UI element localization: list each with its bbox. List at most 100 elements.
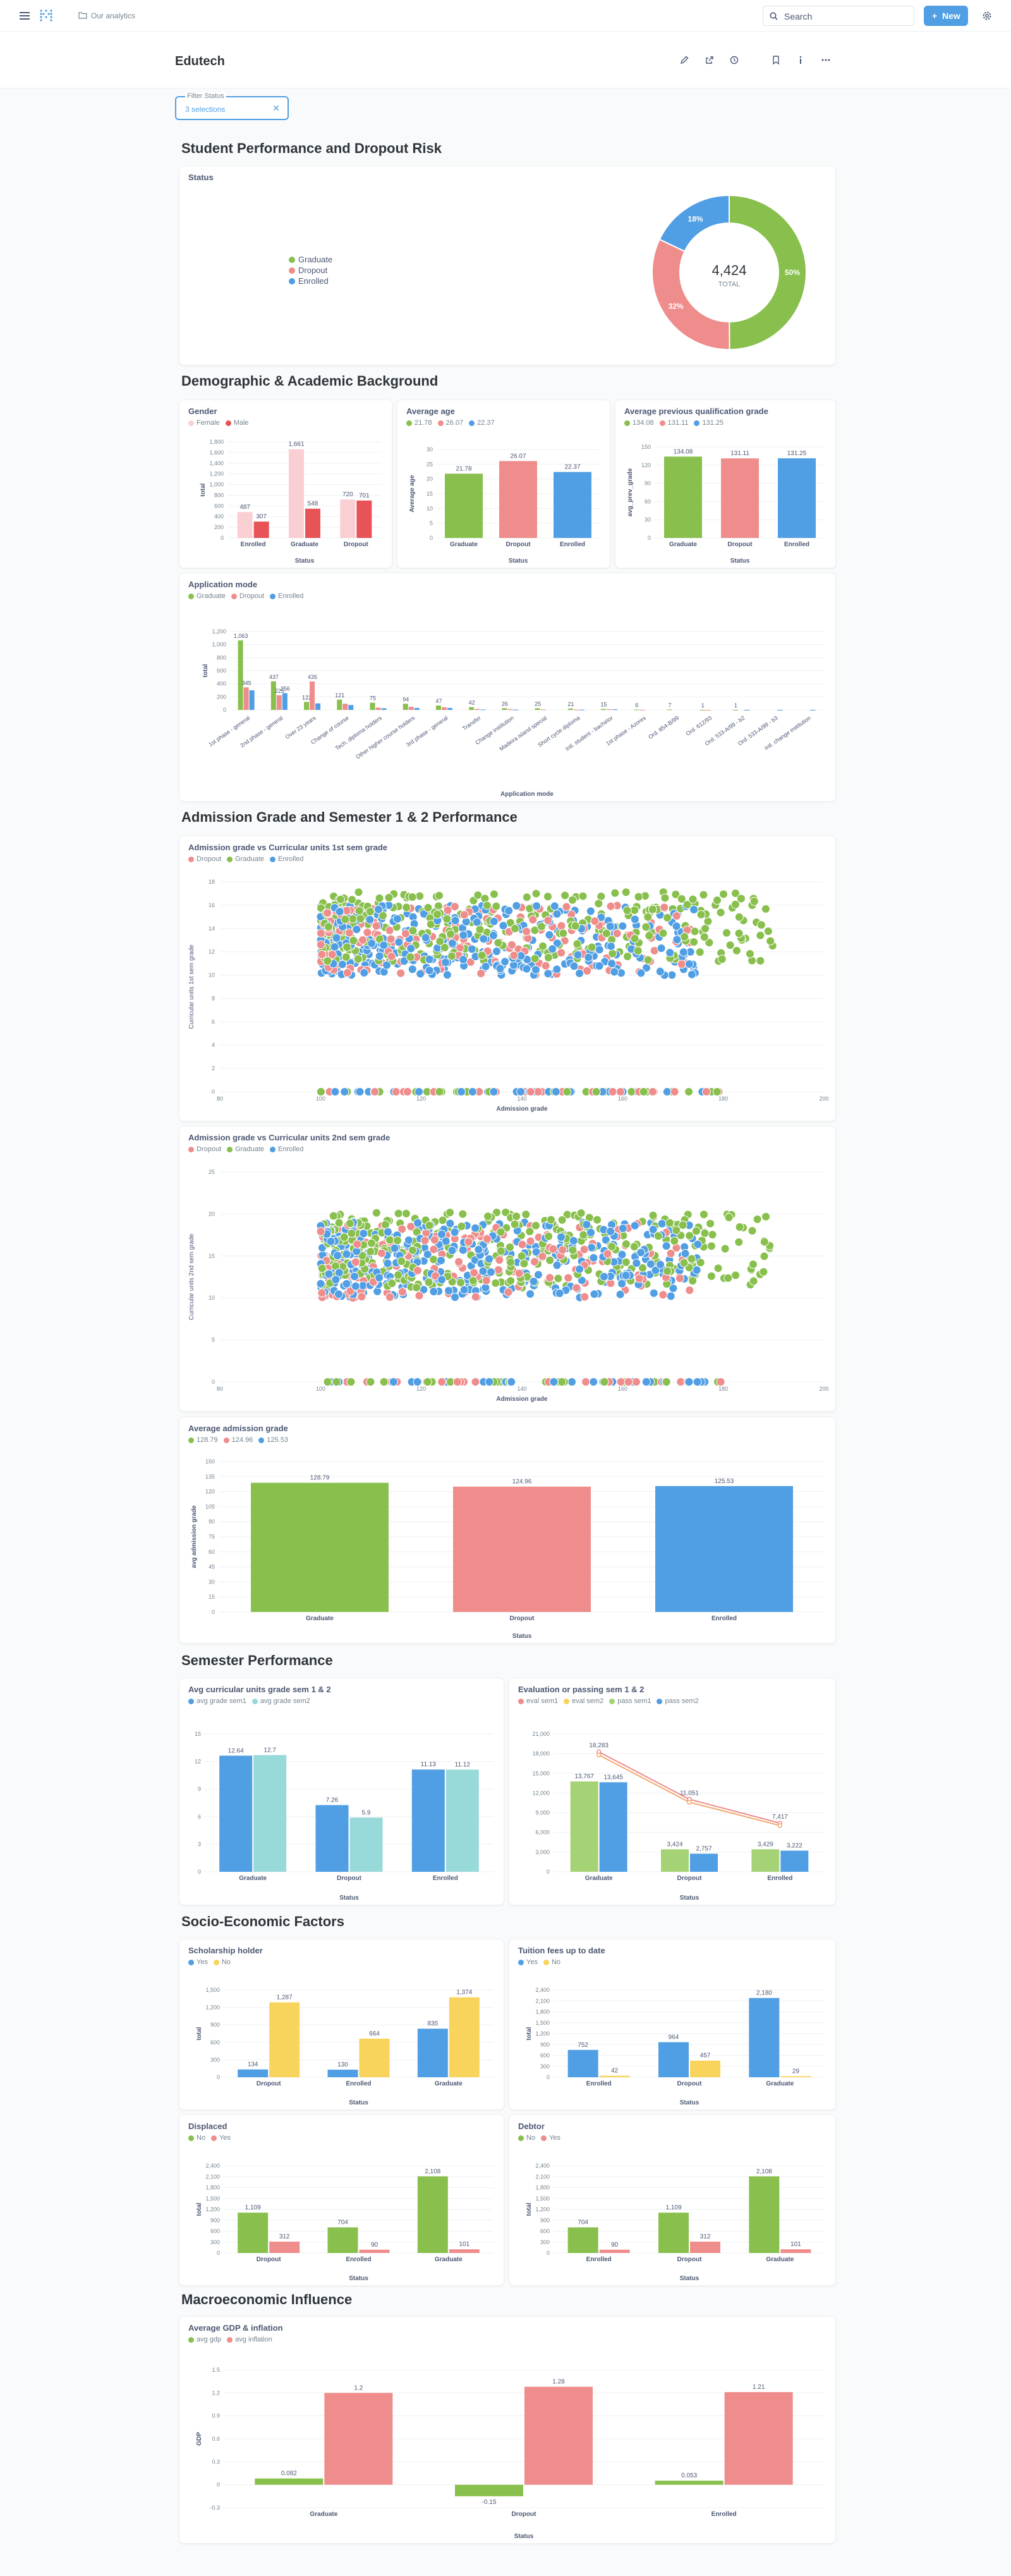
scatter-point[interactable] <box>606 901 615 911</box>
bar[interactable] <box>749 1998 780 2077</box>
scatter-point[interactable] <box>383 1259 392 1268</box>
scatter-point[interactable] <box>689 905 699 915</box>
scatter-point[interactable] <box>656 1260 665 1269</box>
scatter-point[interactable] <box>734 912 744 922</box>
scatter-point[interactable] <box>693 1377 702 1386</box>
info-icon[interactable] <box>795 54 806 66</box>
scatter-point[interactable] <box>543 953 553 962</box>
bar[interactable] <box>249 690 255 710</box>
scatter-point[interactable] <box>552 965 562 974</box>
scatter-point[interactable] <box>363 927 372 937</box>
scatter-point[interactable] <box>595 945 604 955</box>
scatter-point[interactable] <box>392 1236 402 1245</box>
bar[interactable] <box>634 709 639 711</box>
scatter-point[interactable] <box>397 1257 406 1266</box>
scatter-point[interactable] <box>621 1257 631 1267</box>
scatter-point[interactable] <box>590 917 600 926</box>
scatter-point[interactable] <box>472 917 481 927</box>
scatter-point[interactable] <box>665 948 675 958</box>
scatter-point[interactable] <box>579 1245 589 1254</box>
scatter-point[interactable] <box>526 1236 535 1246</box>
scatter-point[interactable] <box>685 1286 694 1295</box>
bar[interactable] <box>270 681 276 710</box>
scatter-point[interactable] <box>493 938 503 948</box>
bar[interactable] <box>408 707 414 710</box>
dashcard-displaced[interactable]: 0 300 600 900 1,200 1,500 1,800 2,100 2,400 total… <box>179 2115 504 2286</box>
scatter-point[interactable] <box>323 956 332 966</box>
scatter-point[interactable] <box>722 928 731 937</box>
scatter-point[interactable] <box>390 1243 399 1253</box>
bar[interactable] <box>540 709 546 711</box>
scatter-point[interactable] <box>341 952 351 961</box>
bar[interactable] <box>567 708 573 710</box>
scatter-point[interactable] <box>630 1221 639 1230</box>
scatter-point[interactable] <box>441 958 451 967</box>
scatter-point[interactable] <box>351 1281 360 1291</box>
hamburger-icon[interactable] <box>18 9 32 23</box>
scatter-point[interactable] <box>579 1230 588 1240</box>
scatter-point[interactable] <box>753 1214 762 1224</box>
scatter-point[interactable] <box>367 939 377 948</box>
scatter-point[interactable] <box>495 964 505 974</box>
scatter-point[interactable] <box>423 903 433 912</box>
scatter-point[interactable] <box>495 1255 504 1265</box>
scatter-point[interactable] <box>451 916 460 925</box>
scatter-point[interactable] <box>606 1226 615 1236</box>
bar[interactable] <box>251 1482 389 1612</box>
scatter-point[interactable] <box>735 1222 744 1231</box>
scatter-point[interactable] <box>630 915 639 924</box>
legend-item[interactable]: eval sem1 <box>518 1697 558 1705</box>
scatter-point[interactable] <box>734 929 744 938</box>
scatter-point[interactable] <box>415 1291 424 1300</box>
legend-item[interactable]: 21.78 <box>406 419 432 427</box>
card-title[interactable]: Avg curricular units grade sem 1 & 2 <box>188 1685 331 1694</box>
scatter-point[interactable] <box>481 1276 491 1285</box>
legend-item[interactable]: No <box>188 2134 205 2142</box>
scatter-point[interactable] <box>557 948 566 958</box>
legend-item[interactable]: pass sem2 <box>657 1697 699 1705</box>
scatter-point[interactable] <box>692 1266 701 1275</box>
bar[interactable] <box>732 709 738 711</box>
scatter-point[interactable] <box>482 1234 492 1243</box>
scatter-point[interactable] <box>550 901 559 911</box>
scatter-point[interactable] <box>487 1267 496 1277</box>
scatter-point[interactable] <box>756 956 765 965</box>
scatter-point[interactable] <box>687 970 696 979</box>
bar[interactable] <box>778 458 816 538</box>
scatter-point[interactable] <box>593 1215 602 1224</box>
scatter-point[interactable] <box>557 1215 567 1224</box>
scatter-point[interactable] <box>394 1209 403 1218</box>
scatter-point[interactable] <box>377 1248 386 1258</box>
bar[interactable] <box>690 2242 720 2253</box>
pie-slice[interactable] <box>651 238 730 350</box>
scatter-point[interactable] <box>366 1247 375 1256</box>
bar[interactable] <box>499 461 537 538</box>
scatter-point[interactable] <box>712 1087 722 1096</box>
scatter-point[interactable] <box>326 1236 336 1246</box>
bar[interactable] <box>417 2029 448 2077</box>
bar[interactable] <box>269 2002 300 2077</box>
scatter-point[interactable] <box>401 1209 411 1218</box>
scatter-point[interactable] <box>670 1087 679 1096</box>
bar[interactable] <box>480 709 486 711</box>
scatter-point[interactable] <box>648 1211 658 1220</box>
scatter-point[interactable] <box>632 1259 641 1268</box>
scatter-point[interactable] <box>690 927 699 936</box>
scatter-point[interactable] <box>316 1087 325 1096</box>
scatter-point[interactable] <box>385 1292 395 1302</box>
legend-item[interactable]: Enrolled <box>270 592 303 600</box>
dashcard-avg_adm[interactable]: 0 15 30 45 60 75 90 105 120 135 150 avg admission g… <box>179 1417 836 1644</box>
scatter-point[interactable] <box>567 1377 577 1386</box>
bar[interactable] <box>573 709 579 711</box>
scatter-point[interactable] <box>549 1377 559 1386</box>
scatter-point[interactable] <box>602 929 611 938</box>
scatter-point[interactable] <box>413 1377 422 1386</box>
scatter-point[interactable] <box>408 1245 417 1255</box>
scatter-point[interactable] <box>552 909 562 919</box>
bar[interactable] <box>327 2227 358 2253</box>
legend-item[interactable]: No <box>213 1958 231 1966</box>
scatter-point[interactable] <box>693 1240 703 1249</box>
scatter-point[interactable] <box>720 1244 730 1254</box>
scatter-point[interactable] <box>483 1212 493 1221</box>
scatter-point[interactable] <box>522 893 531 902</box>
